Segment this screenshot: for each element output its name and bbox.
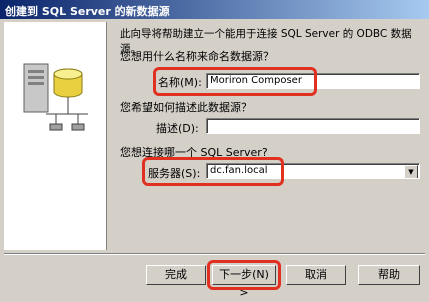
cancel-button[interactable]: 取消 <box>286 265 346 285</box>
database-server-icon <box>23 63 88 131</box>
name-highlight <box>153 67 317 96</box>
separator <box>4 253 425 255</box>
title-bar[interactable]: 创建到 SQL Server 的新数据源 <box>0 0 429 19</box>
server-highlight <box>142 157 284 186</box>
window-title: 创建到 SQL Server 的新数据源 <box>5 5 170 18</box>
finish-button[interactable]: 完成 <box>146 265 206 285</box>
wizard-illustration-panel <box>4 22 107 250</box>
help-button[interactable]: 帮助 <box>358 265 420 285</box>
next-highlight <box>207 260 281 290</box>
description-label: 描述(D): <box>156 122 199 135</box>
description-input[interactable] <box>206 118 420 134</box>
description-question: 您希望如何描述此数据源？ <box>120 101 252 114</box>
dropdown-arrow-icon[interactable]: ▼ <box>404 165 418 178</box>
name-question: 您想用什么名称来命名数据源？ <box>120 50 274 63</box>
